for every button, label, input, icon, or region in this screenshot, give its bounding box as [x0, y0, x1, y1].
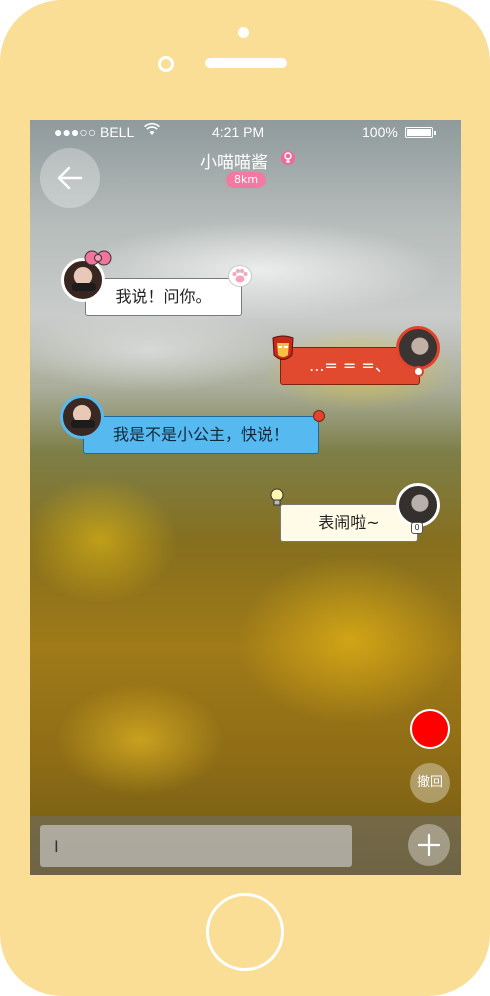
- read-indicator: [413, 366, 424, 377]
- distance-badge: 8km: [226, 172, 266, 188]
- add-attachment-button[interactable]: [408, 824, 450, 866]
- ironman-icon: [272, 335, 294, 360]
- message-bubble-3[interactable]: 我是不是小公主，快说！: [83, 416, 319, 454]
- camera-dot: [238, 27, 249, 38]
- read-indicator: 0: [411, 522, 423, 534]
- battery-percent: 100%: [362, 124, 398, 140]
- back-arrow-icon: [57, 166, 83, 190]
- front-camera: [158, 56, 174, 72]
- record-button[interactable]: [410, 709, 450, 749]
- plus-icon: [417, 833, 441, 857]
- status-dot: [313, 410, 325, 422]
- bow-icon: [84, 250, 112, 266]
- undo-button[interactable]: 撤回: [410, 763, 450, 803]
- home-button[interactable]: [206, 893, 284, 971]
- input-bar: [30, 816, 461, 875]
- female-icon: [281, 151, 295, 165]
- status-bar: ●●●○○ BELL 4:21 PM 100%: [30, 120, 461, 144]
- contact-avatar[interactable]: [60, 395, 104, 439]
- wifi-icon: [144, 122, 160, 139]
- signal-strength: ●●●○○: [54, 124, 97, 140]
- screen: ●●●○○ BELL 4:21 PM 100% 小喵喵酱 8km 我说！问你。 …: [30, 120, 461, 875]
- carrier-name: BELL: [100, 124, 135, 140]
- lightbulb-icon: [270, 488, 284, 506]
- message-bubble-1[interactable]: 我说！问你。: [85, 278, 242, 316]
- battery-icon: [405, 127, 436, 138]
- phone-frame: ●●●○○ BELL 4:21 PM 100% 小喵喵酱 8km 我说！问你。 …: [0, 0, 490, 996]
- self-avatar[interactable]: [396, 483, 440, 527]
- message-input[interactable]: [40, 825, 352, 867]
- speaker-grill: [205, 58, 287, 68]
- back-button[interactable]: [40, 148, 100, 208]
- paw-icon: [228, 265, 252, 287]
- clock: 4:21 PM: [212, 124, 265, 140]
- contact-name: 小喵喵酱: [200, 153, 268, 173]
- self-avatar[interactable]: [396, 326, 440, 370]
